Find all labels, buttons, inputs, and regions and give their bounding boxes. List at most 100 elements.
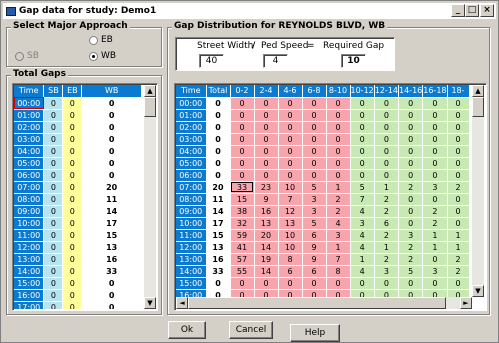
gap-bin-cell[interactable]: 9 [254, 193, 279, 206]
distribution-vscroll[interactable]: ▲ ▼ [472, 85, 484, 297]
total-cell[interactable]: 0 [206, 109, 231, 122]
eb-cell[interactable]: 0 [62, 193, 83, 206]
dist-hscroll-thumb[interactable] [188, 297, 446, 309]
gap-bin-cell[interactable]: 3 [350, 217, 375, 230]
gap-bin-cell[interactable]: 0 [374, 109, 400, 122]
ped-speed-input[interactable]: 4 [263, 54, 288, 68]
dist-scroll-up-button[interactable]: ▲ [472, 85, 484, 97]
close-button[interactable]: × [480, 4, 494, 17]
total-cell[interactable]: 17 [206, 217, 231, 230]
table-row[interactable]: 15:00 0 0 0 0 0 0 0 0 0 0 0 [176, 277, 470, 290]
gap-bin-cell[interactable]: 0 [398, 109, 424, 122]
street-width-input[interactable]: 40 [199, 54, 224, 68]
gap-bin-cell[interactable]: 0 [350, 169, 375, 182]
table-row[interactable]: 17:00 0 0 0 [14, 301, 142, 309]
gap-bin-cell[interactable]: 0 [422, 169, 448, 182]
table-row[interactable]: 10:00 0 0 17 [14, 217, 142, 230]
gap-bin-cell[interactable]: 0 [422, 121, 448, 134]
radio-eb[interactable]: EB [89, 35, 113, 45]
time-cell[interactable]: 08:00 [14, 193, 45, 206]
gap-bin-cell[interactable]: 0 [302, 169, 327, 182]
gap-bin-cell[interactable]: 0 [447, 277, 470, 290]
gap-bin-cell[interactable]: 0 [350, 97, 375, 110]
gap-bin-cell[interactable]: 0 [254, 133, 279, 146]
cancel-button[interactable]: Cancel [229, 321, 273, 339]
table-row[interactable]: 03:00 0 0 0 [14, 133, 142, 146]
wb-cell[interactable]: 0 [81, 97, 142, 110]
sb-cell[interactable]: 0 [43, 241, 64, 254]
total-gaps-vscroll[interactable]: ▲ ▼ [144, 85, 156, 309]
wb-cell[interactable]: 11 [81, 193, 142, 206]
time-cell[interactable]: 12:00 [14, 241, 45, 254]
sb-cell[interactable]: 0 [43, 157, 64, 170]
gap-bin-cell[interactable]: 0 [447, 193, 470, 206]
wb-cell[interactable]: 16 [81, 253, 142, 266]
gap-bin-cell[interactable]: 0 [254, 169, 279, 182]
sb-cell[interactable]: 0 [43, 181, 64, 194]
gap-bin-cell[interactable]: 59 [230, 229, 255, 242]
total-cell[interactable]: 20 [206, 181, 231, 194]
gap-bin-cell[interactable]: 0 [447, 169, 470, 182]
gap-bin-cell[interactable]: 0 [447, 145, 470, 158]
gap-bin-cell[interactable]: 1 [374, 241, 400, 254]
gap-bin-cell[interactable]: 6 [302, 229, 327, 242]
gap-bin-cell[interactable]: 0 [278, 169, 303, 182]
total-cell[interactable]: 14 [206, 205, 231, 218]
sb-cell[interactable]: 0 [43, 133, 64, 146]
table-row[interactable]: 10:00 17 32 13 13 5 4 3 6 0 2 0 [176, 217, 470, 230]
gap-bin-cell[interactable]: 38 [230, 205, 255, 218]
time-cell[interactable]: 07:00 [14, 181, 45, 194]
dist-scroll-left-button[interactable]: ◄ [176, 297, 188, 309]
gap-bin-cell[interactable]: 0 [398, 157, 424, 170]
gap-bin-cell[interactable]: 4 [326, 217, 351, 230]
gap-bin-cell[interactable]: 0 [374, 289, 400, 297]
total-cell[interactable]: 0 [206, 277, 231, 290]
wb-cell[interactable]: 0 [81, 277, 142, 290]
gap-bin-cell[interactable]: 2 [326, 205, 351, 218]
gap-bin-cell[interactable]: 9 [302, 253, 327, 266]
gap-bin-cell[interactable]: 6 [278, 265, 303, 278]
gap-bin-cell[interactable]: 0 [326, 145, 351, 158]
gap-bin-cell[interactable]: 0 [230, 289, 255, 297]
gap-bin-cell[interactable]: 2 [374, 229, 400, 242]
time-cell[interactable]: 04:00 [176, 145, 207, 158]
gap-bin-cell[interactable]: 2 [447, 181, 470, 194]
eb-cell[interactable]: 0 [62, 289, 83, 302]
eb-cell[interactable]: 0 [62, 253, 83, 266]
eb-cell[interactable]: 0 [62, 229, 83, 242]
time-cell[interactable]: 02:00 [14, 121, 45, 134]
table-row[interactable]: 14:00 0 0 33 [14, 265, 142, 278]
time-cell[interactable]: 08:00 [176, 193, 207, 206]
gap-bin-cell[interactable]: 13 [278, 217, 303, 230]
gap-bin-cell[interactable]: 3 [326, 229, 351, 242]
gap-bin-cell[interactable]: 2 [422, 205, 448, 218]
radio-wb[interactable]: WB [89, 51, 116, 61]
gap-bin-cell[interactable]: 0 [398, 205, 424, 218]
gap-bin-cell[interactable]: 0 [278, 97, 303, 110]
time-cell[interactable]: 00:00 [176, 97, 207, 110]
table-row[interactable]: 12:00 13 41 14 10 9 1 4 1 2 1 1 [176, 241, 470, 254]
gap-bin-cell[interactable]: 1 [326, 181, 351, 194]
gap-bin-cell[interactable]: 0 [350, 145, 375, 158]
gap-bin-cell[interactable]: 0 [278, 121, 303, 134]
scroll-down-button[interactable]: ▼ [144, 297, 156, 309]
gap-bin-cell[interactable]: 12 [278, 205, 303, 218]
gap-bin-cell[interactable]: 0 [230, 109, 255, 122]
gap-bin-cell[interactable]: 4 [350, 265, 375, 278]
gap-bin-cell[interactable]: 3 [398, 229, 424, 242]
gap-bin-cell[interactable]: 14 [254, 241, 279, 254]
gap-bin-cell[interactable]: 0 [302, 145, 327, 158]
gap-bin-cell[interactable]: 20 [254, 229, 279, 242]
gap-bin-cell[interactable]: 0 [230, 169, 255, 182]
gap-bin-cell[interactable]: 0 [447, 205, 470, 218]
eb-cell[interactable]: 0 [62, 169, 83, 182]
gap-bin-cell[interactable]: 13 [254, 217, 279, 230]
eb-cell[interactable]: 0 [62, 205, 83, 218]
eb-cell[interactable]: 0 [62, 133, 83, 146]
gap-bin-cell[interactable]: 0 [278, 277, 303, 290]
gap-bin-cell[interactable]: 2 [398, 181, 424, 194]
table-row[interactable]: 03:00 0 0 0 0 0 0 0 0 0 0 0 [176, 133, 470, 146]
gap-bin-cell[interactable]: 0 [326, 277, 351, 290]
gap-bin-cell[interactable]: 6 [374, 217, 400, 230]
time-cell[interactable]: 13:00 [14, 253, 45, 266]
